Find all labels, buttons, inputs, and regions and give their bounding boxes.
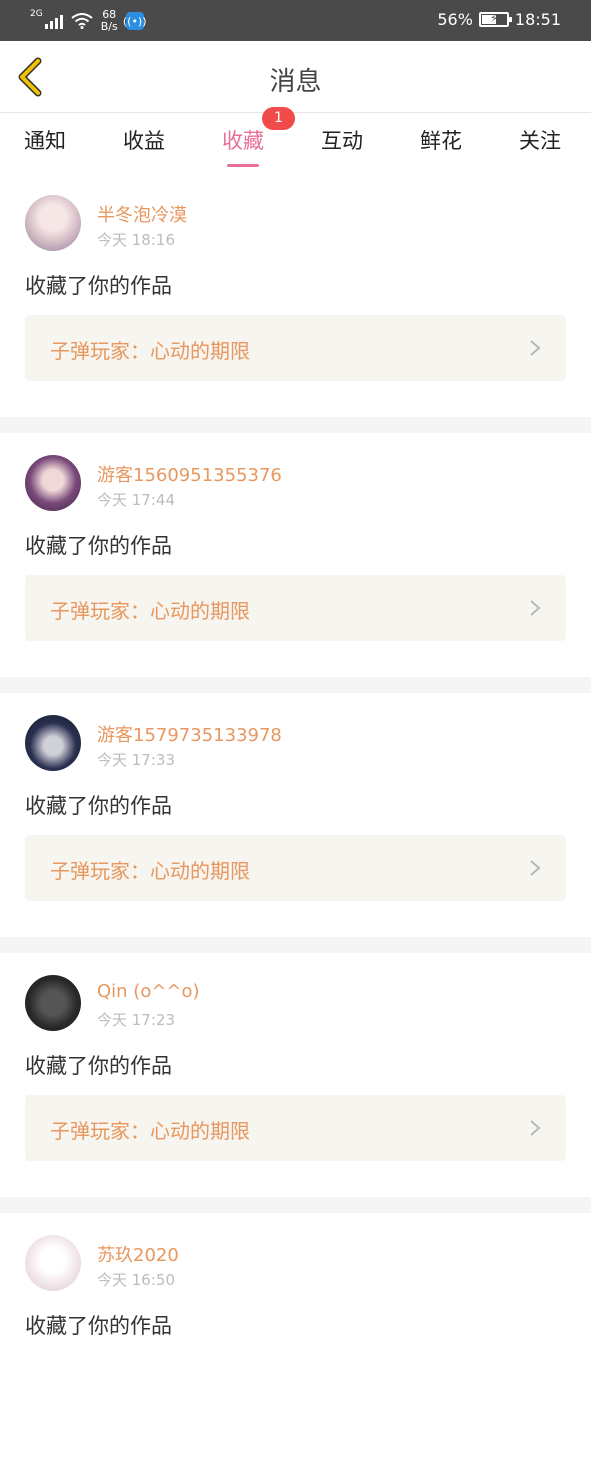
battery-percent: 56% bbox=[437, 10, 473, 29]
signal-icon bbox=[44, 13, 63, 29]
list-item: Qin (o^^o) 今天 17:23 收藏了你的作品 子弹玩家：心动的期限 bbox=[0, 953, 591, 1197]
tab-favorites[interactable]: 收藏 bbox=[222, 125, 264, 167]
work-card[interactable]: 子弹玩家：心动的期限 bbox=[25, 835, 566, 901]
status-bar: 2G 68 B/s ((•)) 56% ⚡ 18:51 bbox=[0, 0, 591, 41]
username[interactable]: 游客1560951355376 bbox=[97, 461, 282, 487]
divider bbox=[0, 1197, 591, 1213]
action-text: 收藏了你的作品 bbox=[25, 1314, 172, 1338]
list-item: 半冬泡冷漠 今天 18:16 收藏了你的作品 子弹玩家：心动的期限 bbox=[0, 173, 591, 417]
timestamp: 今天 18:16 bbox=[97, 231, 175, 249]
divider bbox=[0, 937, 591, 953]
list-item: 游客1579735133978 今天 17:33 收藏了你的作品 子弹玩家：心动… bbox=[0, 693, 591, 937]
unread-badge: 1 bbox=[262, 107, 295, 130]
speed-unit: B/s bbox=[100, 20, 118, 33]
clock: 18:51 bbox=[514, 10, 561, 29]
chevron-right-icon bbox=[530, 860, 541, 876]
timestamp: 今天 17:23 bbox=[97, 1011, 175, 1029]
avatar[interactable] bbox=[25, 1235, 81, 1291]
chevron-right-icon bbox=[530, 1120, 541, 1136]
username[interactable]: 苏玖2020 bbox=[97, 1241, 179, 1267]
tab-flowers[interactable]: 鲜花 bbox=[420, 125, 462, 155]
chevron-right-icon bbox=[530, 340, 541, 356]
username[interactable]: 半冬泡冷漠 bbox=[97, 201, 187, 227]
work-title: 子弹玩家：心动的期限 bbox=[50, 859, 250, 883]
action-text: 收藏了你的作品 bbox=[25, 534, 172, 558]
message-list: 半冬泡冷漠 今天 18:16 收藏了你的作品 子弹玩家：心动的期限 游客1560… bbox=[0, 173, 591, 1457]
action-text: 收藏了你的作品 bbox=[25, 1054, 172, 1078]
list-item: 游客1560951355376 今天 17:44 收藏了你的作品 子弹玩家：心动… bbox=[0, 433, 591, 677]
chevron-right-icon bbox=[530, 600, 541, 616]
active-tab-indicator bbox=[227, 164, 259, 167]
avatar[interactable] bbox=[25, 715, 81, 771]
work-card[interactable]: 子弹玩家：心动的期限 bbox=[25, 315, 566, 381]
username[interactable]: 游客1579735133978 bbox=[97, 721, 282, 747]
work-title: 子弹玩家：心动的期限 bbox=[50, 1119, 250, 1143]
network-speed: 68 B/s bbox=[101, 9, 118, 33]
avatar[interactable] bbox=[25, 975, 81, 1031]
divider bbox=[0, 677, 591, 693]
work-title: 子弹玩家：心动的期限 bbox=[50, 599, 250, 623]
tab-earnings[interactable]: 收益 bbox=[123, 125, 165, 155]
avatar[interactable] bbox=[25, 195, 81, 251]
battery-icon: ⚡ bbox=[478, 12, 512, 27]
tab-favorites-label: 收藏 bbox=[222, 129, 264, 153]
action-text: 收藏了你的作品 bbox=[25, 274, 172, 298]
tab-interactions[interactable]: 互动 bbox=[321, 125, 363, 155]
work-title: 子弹玩家：心动的期限 bbox=[50, 339, 250, 363]
divider bbox=[0, 417, 591, 433]
action-text: 收藏了你的作品 bbox=[25, 794, 172, 818]
tab-bar: 通知 收益 收藏 1 互动 鲜花 关注 bbox=[0, 107, 591, 173]
tab-notifications[interactable]: 通知 bbox=[24, 125, 66, 155]
page-title: 消息 bbox=[269, 67, 322, 97]
network-type: 2G bbox=[30, 9, 43, 19]
tab-follows[interactable]: 关注 bbox=[519, 125, 561, 155]
username[interactable]: Qin (o^^o) bbox=[97, 981, 200, 1002]
work-card[interactable]: 子弹玩家：心动的期限 bbox=[25, 575, 566, 641]
list-item: 苏玖2020 今天 16:50 收藏了你的作品 bbox=[0, 1213, 591, 1457]
timestamp: 今天 17:33 bbox=[97, 751, 175, 769]
wifi-icon bbox=[71, 13, 93, 29]
app-header: 消息 bbox=[0, 41, 591, 113]
work-card[interactable]: 子弹玩家：心动的期限 bbox=[25, 1095, 566, 1161]
timestamp: 今天 17:44 bbox=[97, 491, 175, 509]
wifi-antenna-icon: ((•)) bbox=[123, 12, 147, 30]
avatar[interactable] bbox=[25, 455, 81, 511]
